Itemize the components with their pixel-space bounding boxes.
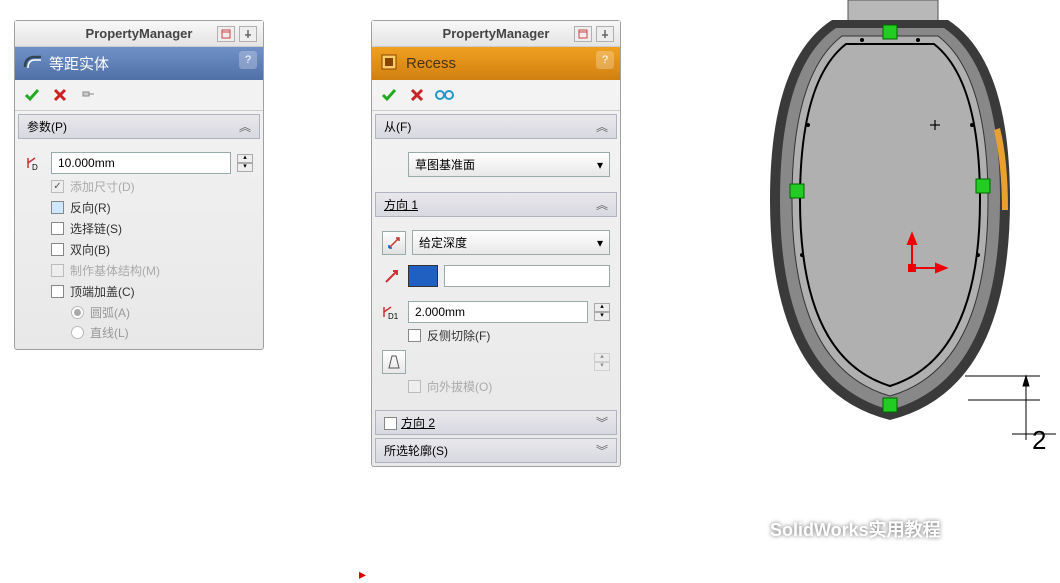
dock-icon[interactable] [217, 26, 235, 42]
arc-radio-row: 圆弧(A) [71, 304, 253, 321]
pm-header: PropertyManager [372, 21, 620, 47]
params-body: D ▴▾ 添加尺寸(D) 反向(R) 选择链(S) 双向(B) 制作基体结构(M… [15, 142, 263, 349]
base-checkbox [51, 264, 64, 277]
end-condition-dropdown[interactable]: 给定深度 ▾ [412, 230, 610, 255]
dir1-body: 给定深度 ▾ D1 ▴▾ 反侧切除(F) ▴▾ 向外拔模(O) [372, 220, 620, 407]
reverse-checkbox[interactable] [51, 201, 64, 214]
chevron-down-icon: ▾ [597, 158, 603, 172]
draft-outward-checkbox [408, 380, 421, 393]
depth-input[interactable] [408, 301, 588, 323]
depth-icon: D1 [382, 304, 402, 320]
cap-row[interactable]: 顶端加盖(C) [51, 283, 253, 300]
pm-title: PropertyManager [86, 26, 193, 41]
pm-title: PropertyManager [443, 26, 550, 41]
add-dim-checkbox [51, 180, 64, 193]
cut-extrude-icon [380, 53, 400, 74]
cancel-button[interactable] [49, 84, 71, 106]
feature-title-bar: Recess ? [372, 47, 620, 80]
distance-input[interactable] [51, 152, 231, 174]
from-header[interactable]: 从(F) ︽ [375, 114, 617, 139]
feature-title: 等距实体 [49, 53, 109, 74]
dock-icon[interactable] [574, 26, 592, 42]
pin-icon[interactable] [596, 26, 614, 42]
bidir-checkbox[interactable] [51, 243, 64, 256]
bidir-row[interactable]: 双向(B) [51, 241, 253, 258]
select-chain-checkbox[interactable] [51, 222, 64, 235]
collapse-icon: ︽ [596, 118, 608, 135]
pm-header: PropertyManager [15, 21, 263, 47]
dimension-value: 2 [1032, 425, 1046, 456]
draft-button[interactable] [382, 350, 406, 374]
from-body: 草图基准面 ▾ [372, 142, 620, 189]
params-header[interactable]: 参数(P) ︽ [18, 114, 260, 139]
arc-radio [71, 306, 84, 319]
expand-icon: ︾ [596, 414, 608, 431]
depth-spinner[interactable]: ▴▾ [594, 303, 610, 321]
collapse-icon: ︽ [596, 196, 608, 213]
graphics-viewport[interactable] [740, 0, 1060, 460]
direction-arrow-icon [382, 267, 402, 285]
action-row [372, 80, 620, 111]
selection-color[interactable] [408, 265, 438, 287]
direction-ref-input[interactable] [444, 265, 610, 287]
model-view [740, 0, 1060, 460]
contour-header[interactable]: 所选轮廓(S) ︾ [375, 438, 617, 463]
collapse-icon: ︽ [239, 118, 251, 135]
recess-panel: PropertyManager Recess ? 从(F) ︽ 草图基准面 ▾ … [371, 20, 621, 467]
origin-marker-icon: ▸ [359, 566, 366, 583]
expand-icon: ︾ [596, 442, 608, 459]
feature-title: Recess [406, 55, 456, 72]
from-dropdown[interactable]: 草图基准面 ▾ [408, 152, 610, 177]
draft-spinner[interactable]: ▴▾ [594, 353, 610, 371]
reverse-direction-button[interactable] [382, 231, 406, 255]
pushpin-button[interactable] [77, 84, 99, 106]
line-radio [71, 326, 84, 339]
offset-icon [23, 53, 43, 74]
reverse-row[interactable]: 反向(R) [51, 199, 253, 216]
line-radio-row: 直线(L) [71, 324, 253, 341]
wechat-icon [740, 518, 762, 540]
dir2-checkbox[interactable] [384, 417, 397, 430]
help-button[interactable]: ? [596, 51, 614, 69]
cap-checkbox[interactable] [51, 285, 64, 298]
cancel-button[interactable] [406, 84, 428, 106]
distance-spinner[interactable]: ▴▾ [237, 154, 253, 172]
action-row [15, 80, 263, 111]
dir1-header[interactable]: 方向 1 ︽ [375, 192, 617, 217]
ok-button[interactable] [21, 84, 43, 106]
help-button[interactable]: ? [239, 51, 257, 69]
chevron-down-icon: ▾ [597, 236, 603, 250]
offset-entities-panel: PropertyManager 等距实体 ? 参数(P) ︽ D ▴▾ 添加尺寸… [14, 20, 264, 350]
preview-button[interactable] [434, 84, 456, 106]
feature-title-bar: 等距实体 ? [15, 47, 263, 80]
flip-side-checkbox[interactable] [408, 329, 421, 342]
draft-outward-row: 向外拔模(O) [408, 378, 610, 395]
add-dim-row: 添加尺寸(D) [51, 178, 253, 195]
svg-text:D1: D1 [388, 312, 399, 320]
watermark: SolidWorks实用教程 [740, 516, 941, 542]
dir2-header[interactable]: 方向 2 ︾ [375, 410, 617, 435]
pin-icon[interactable] [239, 26, 257, 42]
distance-icon: D [25, 155, 45, 171]
base-row: 制作基体结构(M) [51, 262, 253, 279]
svg-text:D: D [32, 163, 38, 171]
select-chain-row[interactable]: 选择链(S) [51, 220, 253, 237]
ok-button[interactable] [378, 84, 400, 106]
flip-side-row[interactable]: 反侧切除(F) [408, 327, 610, 344]
